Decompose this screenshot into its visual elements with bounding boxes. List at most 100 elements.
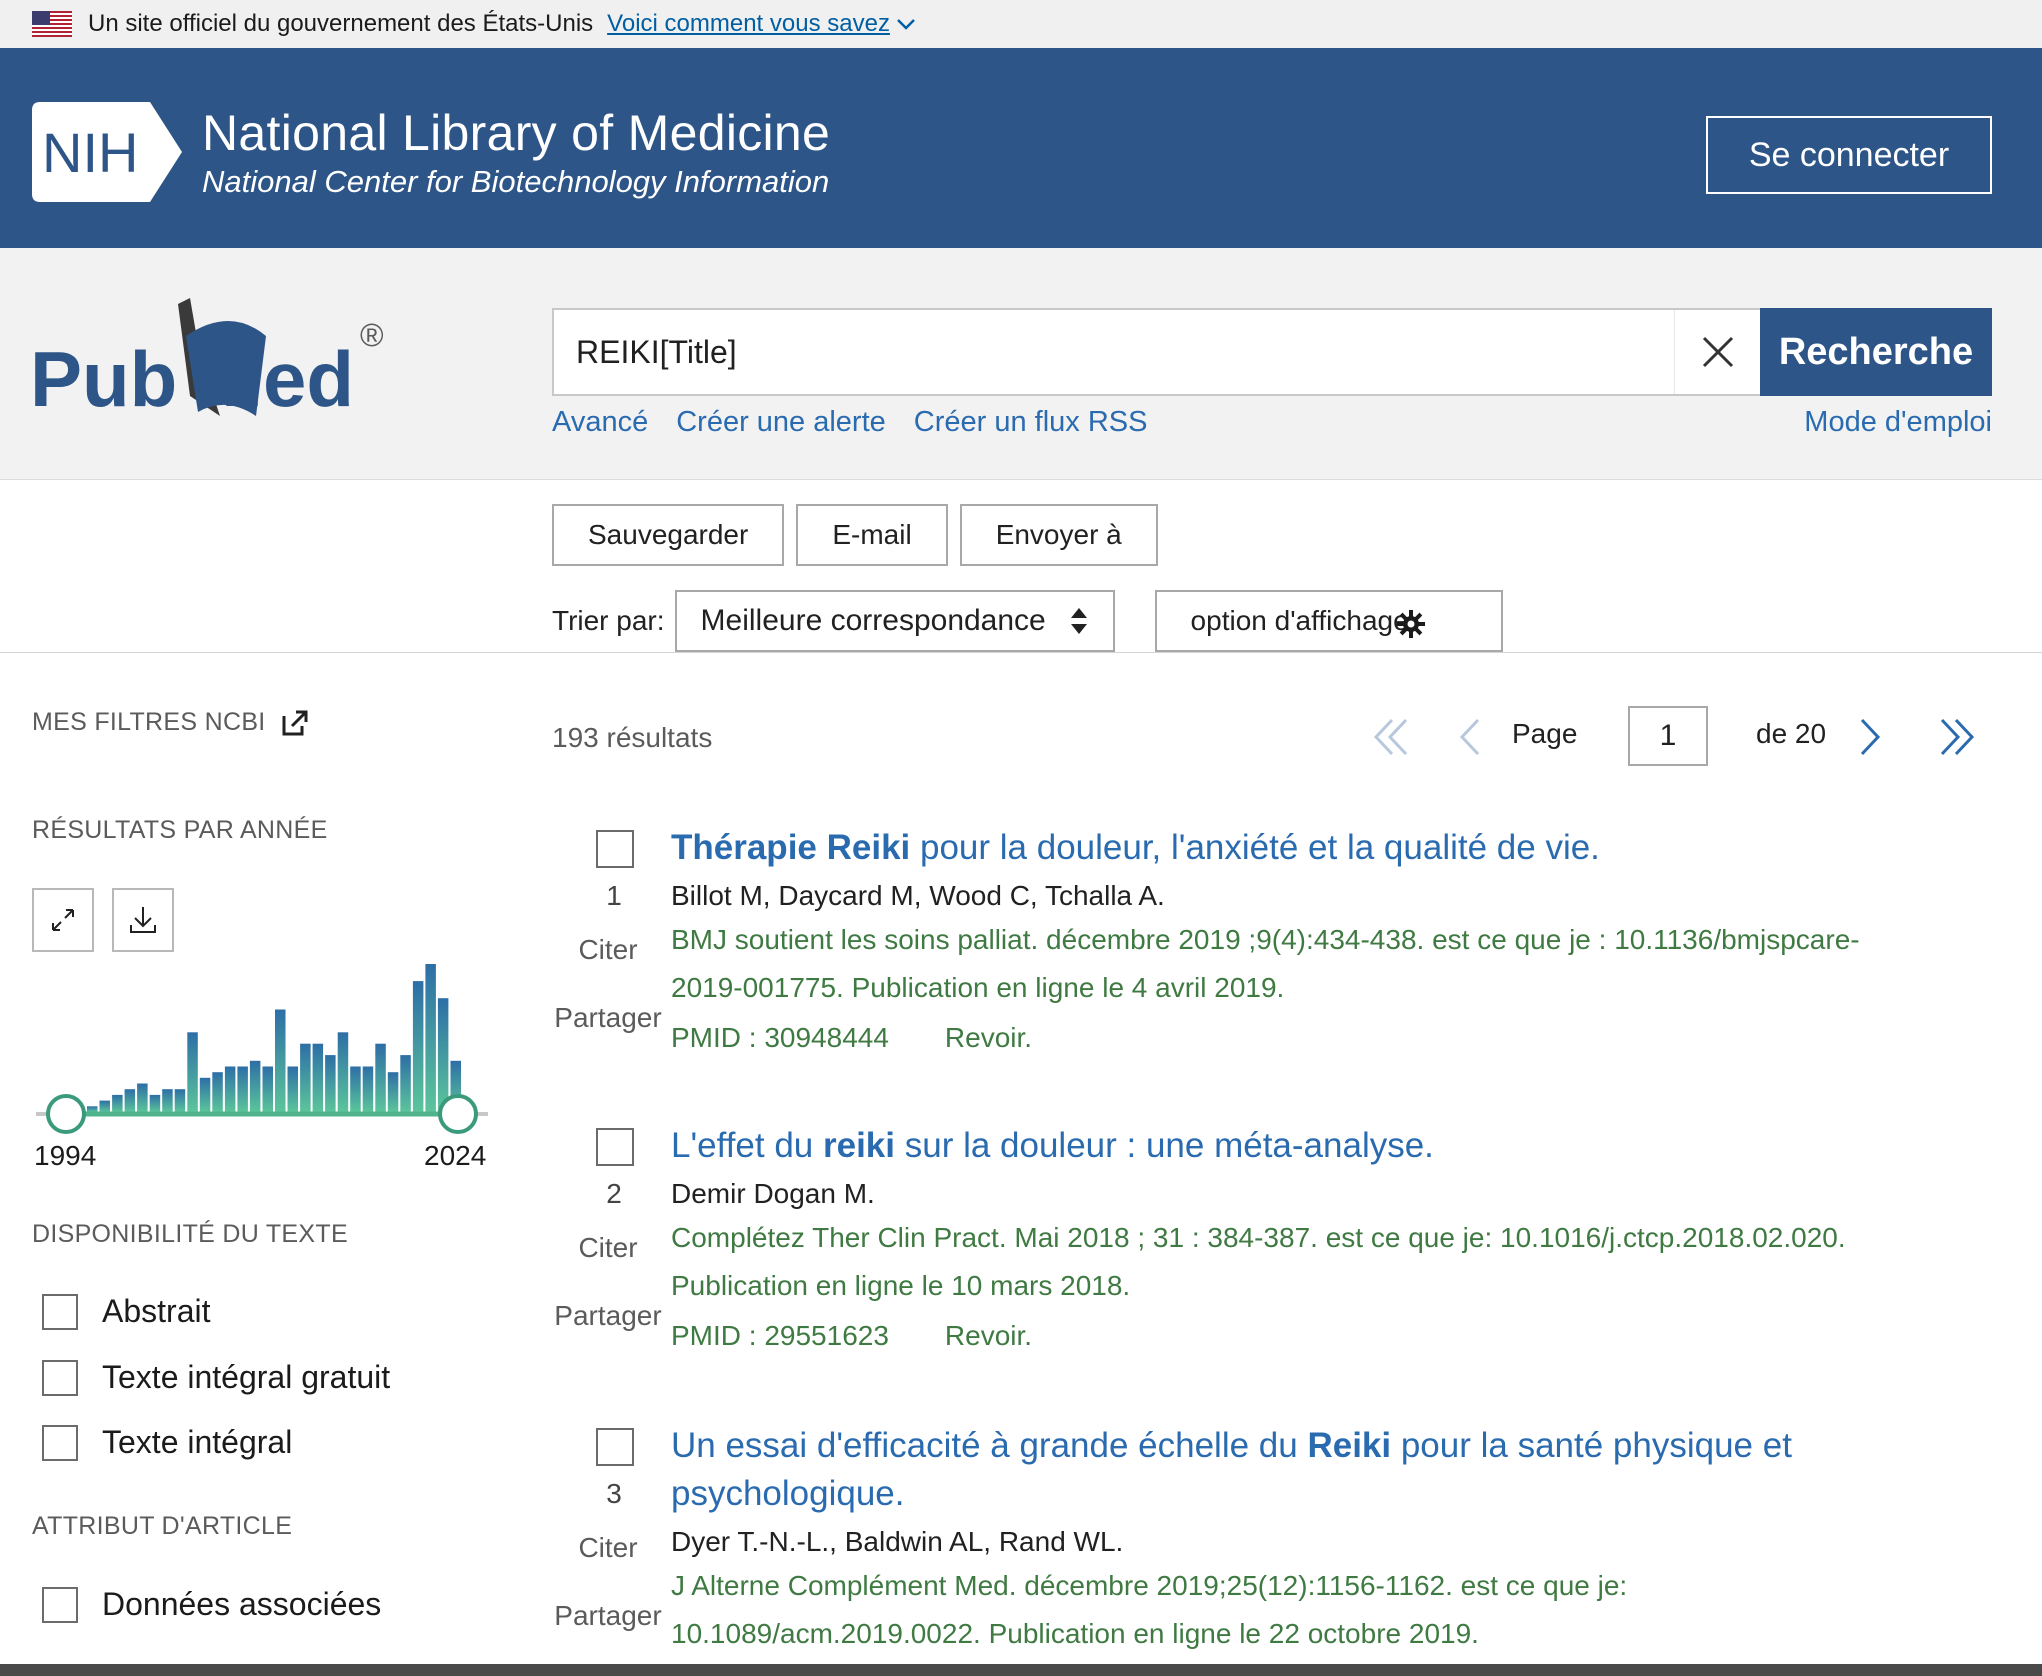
previous-page-icon[interactable] <box>1456 718 1482 756</box>
year-bar[interactable] <box>112 1094 123 1112</box>
search-button[interactable]: Recherche <box>1760 308 1992 396</box>
pubmed-logo[interactable]: Pub Med ® <box>30 296 400 426</box>
page-number-input[interactable]: 1 <box>1628 706 1708 766</box>
year-bar[interactable] <box>224 1066 236 1113</box>
display-options-button[interactable]: option d'affichage <box>1154 590 1503 652</box>
filter-abstract[interactable]: Abstrait <box>42 1293 210 1330</box>
filter-associated-data-checkbox[interactable] <box>42 1586 78 1623</box>
title-highlight: reiki <box>823 1126 895 1165</box>
filter-free-full-text-checkbox[interactable] <box>42 1359 78 1396</box>
create-rss-link[interactable]: Créer un flux RSS <box>914 406 1148 439</box>
clear-search-button[interactable] <box>1674 310 1760 394</box>
last-page-icon[interactable] <box>1936 718 1976 756</box>
title-text: sur la douleur : une méta-analyse. <box>895 1126 1434 1165</box>
result-number: 1 <box>606 880 622 911</box>
year-bar[interactable] <box>375 1043 386 1112</box>
search-input[interactable] <box>554 310 1674 394</box>
first-page-icon[interactable] <box>1372 718 1412 756</box>
filter-abstract-label: Abstrait <box>102 1293 211 1329</box>
filter-full-text-checkbox[interactable] <box>42 1424 78 1461</box>
create-alert-link[interactable]: Créer une alerte <box>676 406 886 439</box>
result-number: 2 <box>606 1178 622 1209</box>
year-bar[interactable] <box>187 1032 198 1112</box>
citation-line: BMJ soutient les soins palliat. décembre… <box>671 924 1860 955</box>
gov-banner-text: Un site officiel du gouvernement des Éta… <box>88 10 594 37</box>
range-handle-start[interactable] <box>46 1094 86 1134</box>
result-item: 3 Citer Partager Un essai d'efficacité à… <box>552 1424 2012 1664</box>
title-text: Un essai d'efficacité à grande échelle d… <box>671 1426 1308 1465</box>
nih-logo[interactable]: NIH <box>32 102 188 202</box>
share-button[interactable]: Partager <box>552 1600 664 1632</box>
my-ncbi-filters-heading[interactable]: MES FILTRES NCBI <box>32 708 308 737</box>
year-bar[interactable] <box>249 1060 261 1112</box>
year-bar[interactable] <box>437 998 449 1112</box>
year-end-label: 2024 <box>424 1140 487 1171</box>
year-bar[interactable] <box>387 1072 399 1112</box>
year-bar[interactable] <box>362 1066 374 1113</box>
citation-line: Publication en ligne le 10 mars 2018. <box>671 1270 1131 1301</box>
page-label: Page <box>1512 718 1578 749</box>
year-bar[interactable] <box>275 1009 286 1113</box>
year-bar[interactable] <box>174 1089 186 1112</box>
result-pmid: PMID : 29551623 Revoir. <box>671 1320 1088 1352</box>
year-bar[interactable] <box>412 981 424 1112</box>
result-title-link[interactable]: Un essai d'efficacité à grande échelle d… <box>671 1422 1792 1518</box>
result-select-checkbox[interactable] <box>596 830 634 868</box>
year-bar[interactable] <box>400 1055 411 1112</box>
result-select-checkbox[interactable] <box>596 1428 634 1466</box>
citation-line: 2019-001775. Publication en ligne le 4 a… <box>671 972 1285 1003</box>
filter-associated-data[interactable]: Données associées <box>42 1586 381 1623</box>
range-handle-end[interactable] <box>438 1094 478 1134</box>
send-to-button[interactable]: Envoyer à <box>959 504 1158 566</box>
year-bar[interactable] <box>212 1072 223 1112</box>
advanced-search-link[interactable]: Avancé <box>552 406 648 439</box>
year-bar[interactable] <box>162 1089 173 1112</box>
user-guide-link[interactable]: Mode d'emploi <box>1804 406 1992 439</box>
text-availability-heading: DISPONIBILITÉ DU TEXTE <box>32 1220 348 1248</box>
year-bar[interactable] <box>99 1100 111 1112</box>
year-bar[interactable] <box>300 1043 311 1112</box>
filter-free-full-text[interactable]: Texte intégral gratuit <box>42 1359 390 1396</box>
nlm-title[interactable]: National Library of Medicine <box>202 104 830 162</box>
year-histogram[interactable] <box>32 880 502 1180</box>
year-bar[interactable] <box>425 964 436 1112</box>
cite-button[interactable]: Citer <box>552 1532 664 1564</box>
year-bar[interactable] <box>124 1089 136 1112</box>
result-title-link[interactable]: Thérapie Reiki pour la douleur, l'anxiét… <box>671 824 1600 872</box>
year-bar[interactable] <box>199 1077 211 1112</box>
filter-full-text[interactable]: Texte intégral <box>42 1424 292 1461</box>
year-bar[interactable] <box>287 1066 299 1113</box>
year-bar[interactable] <box>237 1066 248 1113</box>
year-bar[interactable] <box>325 1055 336 1112</box>
title-text: L'effet du <box>671 1126 823 1165</box>
action-buttons: Sauvegarder E-mail Envoyer à <box>552 504 1158 566</box>
cite-button[interactable]: Citer <box>552 934 664 966</box>
year-bar[interactable] <box>137 1083 148 1113</box>
year-bar[interactable] <box>87 1106 98 1112</box>
year-bar[interactable] <box>262 1066 274 1113</box>
login-button[interactable]: Se connecter <box>1706 116 1992 194</box>
svg-text:Med: Med <box>198 335 354 423</box>
result-title-link[interactable]: L'effet du reiki sur la douleur : une mé… <box>671 1122 1434 1170</box>
cite-button[interactable]: Citer <box>552 1232 664 1264</box>
search-band: Pub Med ® Recherche Avancé Créer une ale… <box>0 248 2042 480</box>
how-you-know-link[interactable]: Voici comment vous savez <box>607 10 916 38</box>
year-bar[interactable] <box>312 1043 324 1112</box>
result-select-checkbox[interactable] <box>596 1128 634 1166</box>
share-button[interactable]: Partager <box>552 1300 664 1332</box>
result-citation: BMJ soutient les soins palliat. décembre… <box>671 916 1860 1012</box>
save-button[interactable]: Sauvegarder <box>552 504 785 566</box>
pmid-value: PMID : 30948444 <box>671 1022 889 1053</box>
title-highlight: Thérapie Reiki <box>671 828 911 867</box>
title-text: psychologique. <box>671 1474 905 1513</box>
filter-abstract-checkbox[interactable] <box>42 1293 78 1330</box>
year-bar[interactable] <box>350 1066 361 1113</box>
next-page-icon[interactable] <box>1858 718 1884 756</box>
sort-select[interactable]: Meilleure correspondance <box>674 590 1115 652</box>
external-link-icon <box>282 710 308 735</box>
share-button[interactable]: Partager <box>552 1002 664 1034</box>
year-bar[interactable] <box>337 1032 349 1112</box>
result-citation: J Alterne Complément Med. décembre 2019;… <box>671 1562 1627 1658</box>
email-button[interactable]: E-mail <box>796 504 948 566</box>
year-bar[interactable] <box>149 1094 161 1112</box>
